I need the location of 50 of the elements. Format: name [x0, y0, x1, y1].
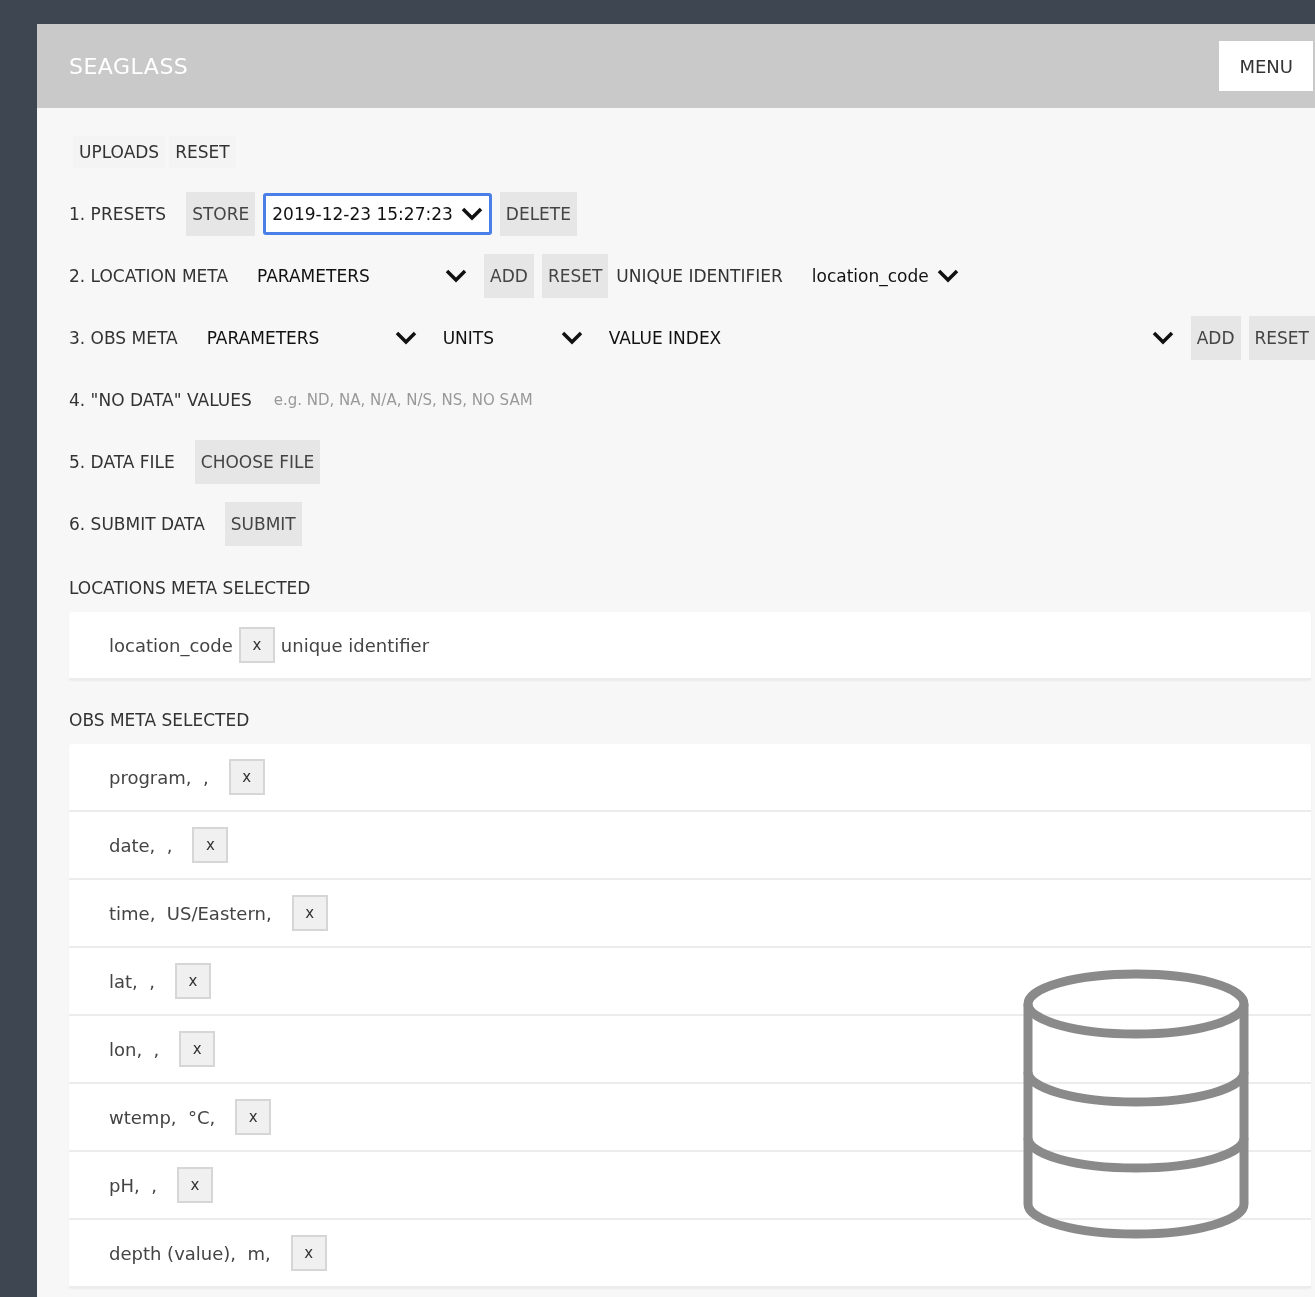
action-button[interactable]: ADD — [1190, 316, 1241, 360]
action-button[interactable]: DELETE — [499, 192, 577, 236]
remove-button[interactable]: x — [291, 895, 328, 931]
dropdown-select[interactable]: UNITS — [433, 317, 592, 359]
chevron-down-icon — [1151, 331, 1174, 345]
remove-button[interactable]: x — [176, 1167, 213, 1203]
action-button[interactable]: RESET — [541, 254, 609, 298]
remove-button[interactable]: x — [179, 1031, 216, 1067]
remove-button[interactable]: x — [228, 759, 265, 795]
dropdown-select[interactable]: VALUE INDEX — [599, 317, 1183, 359]
remove-button[interactable]: x — [290, 1235, 327, 1271]
step-label: 4. "NO DATA" VALUES — [69, 390, 252, 410]
step-label: 6. SUBMIT DATA — [69, 514, 205, 534]
dropdown-select[interactable]: 2019-12-23 15:27:23 — [263, 193, 492, 235]
chevron-down-icon — [560, 331, 583, 345]
meta-name: lat, , — [109, 970, 155, 992]
step-label: 2. LOCATION META — [69, 266, 229, 286]
meta-name: wtemp, °C, — [109, 1106, 216, 1128]
chevron-down-icon — [394, 331, 417, 345]
dropdown-select[interactable]: PARAMETERS — [197, 317, 426, 359]
meta-name: location_code — [109, 634, 233, 656]
chevron-down-icon — [445, 269, 468, 283]
action-button[interactable]: STORE — [186, 192, 256, 236]
no-data-input-field[interactable]: e.g. ND, NA, N/A, N/S, NS, NO SAM — [271, 390, 576, 410]
meta-name: program, , — [109, 766, 209, 788]
meta-name: depth (value), m, — [109, 1242, 271, 1264]
section-heading: OBS META SELECTED — [69, 710, 251, 730]
meta-note: unique identifier — [280, 634, 430, 656]
remove-button[interactable]: x — [238, 627, 275, 663]
meta-name: time, US/Eastern, — [109, 902, 272, 924]
chevron-down-icon — [936, 269, 959, 283]
chevron-down-icon — [460, 207, 483, 221]
action-button[interactable]: SUBMIT — [224, 502, 302, 546]
menu-button[interactable]: MENU — [1219, 41, 1313, 91]
meta-name: pH, , — [109, 1174, 157, 1196]
meta-name: lon, , — [109, 1038, 160, 1060]
dropdown-select[interactable]: location_code — [802, 255, 968, 297]
section-heading: LOCATIONS META SELECTED — [69, 578, 312, 598]
step-label: UNIQUE IDENTIFIER — [616, 266, 783, 286]
meta-name: date, , — [109, 834, 173, 856]
step-label: 5. DATA FILE — [69, 452, 175, 472]
step-label: 1. PRESETS — [69, 204, 167, 224]
remove-button[interactable]: x — [192, 827, 229, 863]
step-label: 3. OBS META — [69, 328, 178, 348]
action-button[interactable]: CHOOSE FILE — [194, 440, 321, 484]
dropdown-select[interactable]: PARAMETERS — [248, 255, 477, 297]
remove-button[interactable]: x — [235, 1099, 272, 1135]
action-button[interactable]: ADD — [484, 254, 534, 298]
action-button[interactable]: RESET — [1248, 316, 1315, 360]
remove-button[interactable]: x — [175, 963, 211, 999]
